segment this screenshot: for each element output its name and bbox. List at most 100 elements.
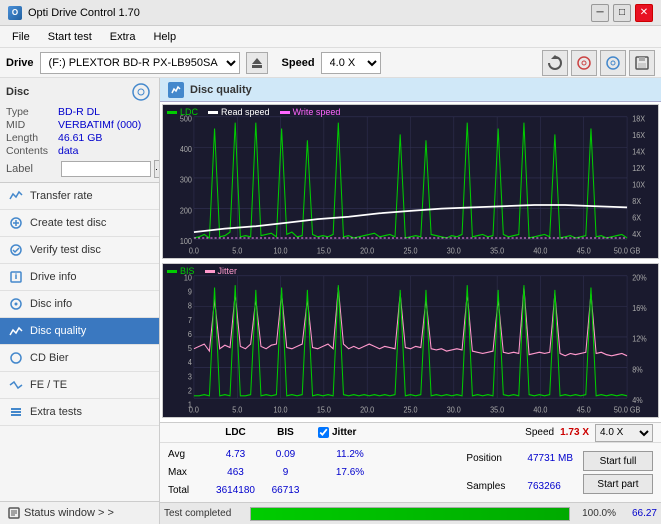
svg-text:400: 400 [180,145,192,155]
speed-select[interactable]: 4.0 X [321,52,381,74]
minimize-button[interactable]: ─ [591,4,609,22]
nav-verify-test-disc-label: Verify test disc [30,244,101,256]
speed-info-value: 1.73 X [560,427,589,438]
svg-text:14X: 14X [632,147,645,157]
speed-info-select[interactable]: 4.0 X [595,424,653,442]
disc2-icon-button[interactable] [600,50,626,76]
stats-ldc-col: 4.73 463 3614180 [208,445,263,500]
disc-label-input[interactable] [61,161,151,177]
create-test-disc-icon [8,215,24,231]
svg-text:15.0: 15.0 [317,246,331,256]
legend-write-speed-label: Write speed [293,107,341,117]
nav-disc-quality[interactable]: Disc quality [0,318,159,345]
position-value: 47731 MB [527,453,573,464]
max-jitter: 17.6% [336,464,364,480]
svg-text:35.0: 35.0 [490,405,504,415]
svg-text:12X: 12X [632,163,645,173]
disc-contents-value: data [58,145,78,157]
verify-test-disc-icon [8,242,24,258]
save-icon-button[interactable] [629,50,655,76]
start-full-button[interactable]: Start full [583,451,653,471]
progress-bar-wrap [250,507,570,521]
nav-create-test-disc[interactable]: Create test disc [0,210,159,237]
disc-quality-icon [8,323,24,339]
nav-verify-test-disc[interactable]: Verify test disc [0,237,159,264]
svg-text:40.0: 40.0 [533,246,547,256]
samples-value: 763266 [527,481,560,492]
avg-label: Avg [168,446,208,462]
svg-text:7: 7 [188,315,192,325]
svg-text:3: 3 [188,372,192,382]
close-button[interactable]: ✕ [635,4,653,22]
drive-label: Drive [6,57,34,69]
nav-drive-info[interactable]: Drive info [0,264,159,291]
sidebar: Disc Type BD-R DL MID VERBATIMf (000) Le… [0,78,160,524]
stats-data-area: Avg Max Total 4.73 463 3614180 0.09 9 66… [160,443,661,502]
bis-chart: BIS Jitter [162,263,659,418]
menu-help[interactable]: Help [145,29,184,45]
stats-bis-col: 0.09 9 66713 [263,445,308,500]
maximize-button[interactable]: □ [613,4,631,22]
nav-transfer-rate[interactable]: Transfer rate [0,183,159,210]
svg-text:20%: 20% [632,273,647,283]
svg-text:4%: 4% [632,395,643,405]
titlebar-controls: ─ □ ✕ [591,4,653,22]
toolbar: Drive (F:) PLEXTOR BD-R PX-LB950SA 1.06 … [0,48,661,78]
status-window-button[interactable]: Status window > > [0,501,159,524]
speed-label: Speed [282,57,315,69]
avg-jitter: 11.2% [336,446,364,462]
svg-text:300: 300 [180,175,192,185]
titlebar: O Opti Drive Control 1.70 ─ □ ✕ [0,0,661,26]
stats-header-ldc: LDC [208,427,263,438]
nav-fe-te[interactable]: FE / TE [0,372,159,399]
menu-start-test[interactable]: Start test [40,29,100,45]
content-header: Disc quality [160,78,661,102]
menu-extra[interactable]: Extra [102,29,144,45]
svg-text:10X: 10X [632,180,645,190]
content-header-title: Disc quality [190,84,252,96]
position-label: Position [466,453,521,464]
disc-length-row: Length 46.61 GB [6,132,153,144]
charts-area: LDC Read speed Write speed [160,102,661,422]
disc-type-value: BD-R DL [58,106,100,118]
legend-read-speed-label: Read speed [221,107,270,117]
disc-info-icon [8,296,24,312]
svg-text:5.0: 5.0 [232,246,242,256]
svg-text:5: 5 [188,344,192,354]
start-buttons-group: Start full Start part [583,445,653,500]
nav-transfer-rate-label: Transfer rate [30,190,93,202]
avg-bis: 0.09 [276,446,295,462]
svg-text:6X: 6X [632,213,641,223]
nav-cd-bier[interactable]: CD Bier [0,345,159,372]
svg-text:4: 4 [188,358,193,368]
cd-bier-icon [8,350,24,366]
eject-button[interactable] [246,52,268,74]
ldc-chart: LDC Read speed Write speed [162,104,659,259]
legend-bis: BIS [167,266,195,276]
nav-extra-tests[interactable]: Extra tests [0,399,159,426]
svg-text:16%: 16% [632,304,647,314]
progress-speed: 66.27 [622,508,657,519]
refresh-icon-button[interactable] [542,50,568,76]
svg-text:5.0: 5.0 [232,405,242,415]
drive-select[interactable]: (F:) PLEXTOR BD-R PX-LB950SA 1.06 [40,52,240,74]
disc-icon-button[interactable] [571,50,597,76]
speed-info-label: Speed [525,427,554,438]
menu-file[interactable]: File [4,29,38,45]
disc-type-row: Type BD-R DL [6,106,153,118]
samples-label: Samples [466,481,521,492]
ldc-chart-legend: LDC Read speed Write speed [167,107,340,117]
fe-te-icon [8,377,24,393]
legend-read-speed: Read speed [208,107,270,117]
progress-status: Test completed [164,508,244,519]
stats-header-bis: BIS [263,427,308,438]
jitter-checkbox[interactable] [318,427,329,438]
disc-label-label: Label [6,163,58,175]
svg-text:35.0: 35.0 [490,246,504,256]
legend-write-speed: Write speed [280,107,341,117]
nav-extra-tests-label: Extra tests [30,406,82,418]
nav-disc-info[interactable]: Disc info [0,291,159,318]
svg-text:10.0: 10.0 [274,246,288,256]
speed-info-row: Speed 1.73 X 4.0 X [525,424,653,442]
start-part-button[interactable]: Start part [583,474,653,494]
